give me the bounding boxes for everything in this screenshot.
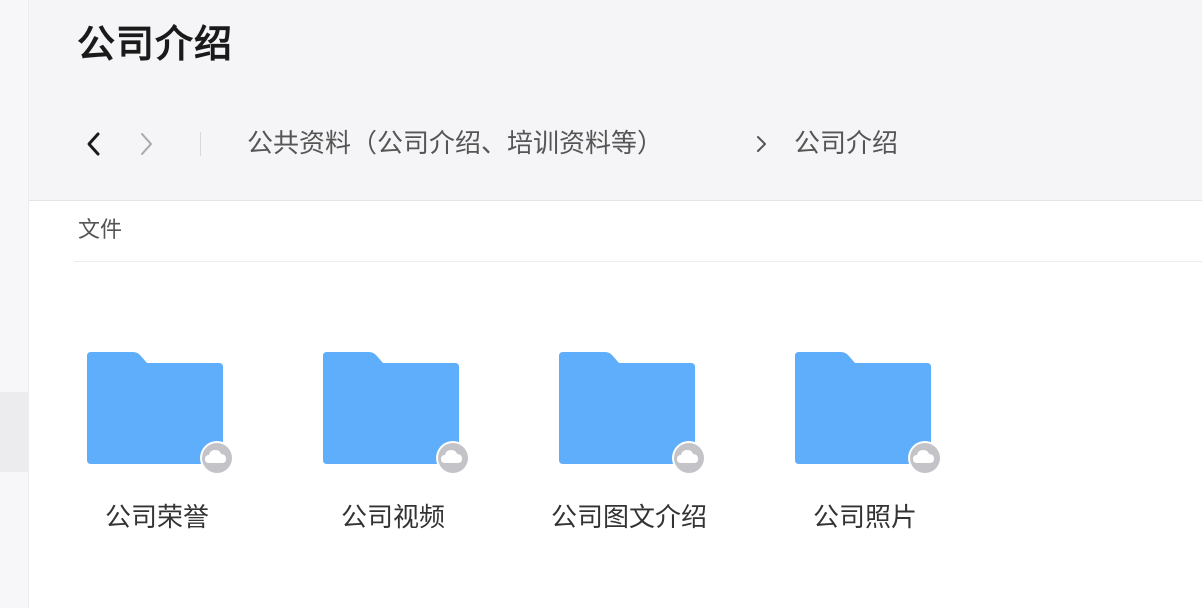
folder-icon xyxy=(323,352,469,475)
folder-name: 公司视频 xyxy=(340,503,445,533)
folder-item[interactable]: 公司图文介绍 xyxy=(511,344,747,544)
folder-name: 公司荣誉 xyxy=(104,503,209,533)
section-label-files: 文件 xyxy=(78,218,123,243)
chevron-right-icon xyxy=(757,136,766,152)
back-button[interactable] xyxy=(80,128,108,160)
folder-item[interactable]: 公司视频 xyxy=(275,344,511,544)
left-sidebar-strip xyxy=(0,0,29,608)
breadcrumb-item-public-materials[interactable]: 公共资料（公司介绍、培训资料等） xyxy=(247,126,663,162)
folder-name: 公司照片 xyxy=(812,503,917,533)
folder-icon xyxy=(795,352,941,475)
navigation-bar: 公共资料（公司介绍、培训资料等） 公司介绍 xyxy=(29,118,1202,174)
breadcrumb-item-current[interactable]: 公司介绍 xyxy=(794,126,898,162)
page-title: 公司介绍 xyxy=(77,22,234,66)
folder-item[interactable]: 公司照片 xyxy=(747,344,983,544)
section-divider xyxy=(74,261,1202,262)
chevron-left-icon xyxy=(87,132,100,156)
folder-icon xyxy=(87,352,233,475)
sidebar-tab-stub[interactable] xyxy=(0,392,28,472)
page-header: 公司介绍 公共资料（公司介绍、培训资料等） 公司介绍 xyxy=(29,0,1202,201)
folder-name: 公司图文介绍 xyxy=(550,503,707,533)
folder-item[interactable]: 公司荣誉 xyxy=(39,344,275,544)
forward-button[interactable] xyxy=(132,128,160,160)
nav-divider xyxy=(200,132,201,156)
chevron-right-icon xyxy=(141,133,152,155)
breadcrumb-separator xyxy=(751,130,771,158)
folder-icon xyxy=(559,352,705,475)
